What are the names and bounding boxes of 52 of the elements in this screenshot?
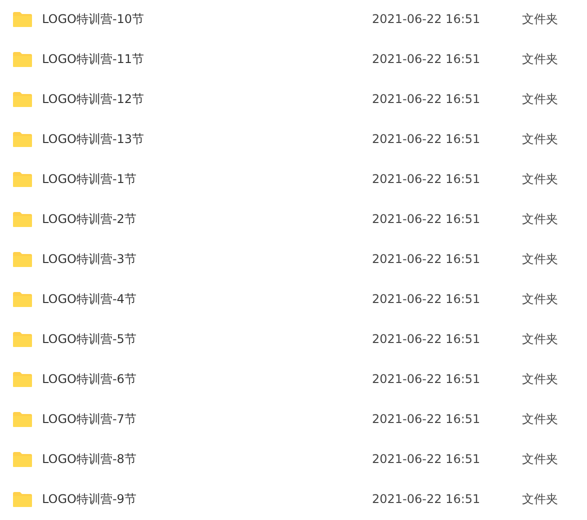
file-type: 文件夹 bbox=[522, 250, 558, 268]
modified-date: 2021-06-22 16:51 bbox=[372, 492, 482, 506]
file-name[interactable]: LOGO特训营-9节 bbox=[42, 490, 364, 508]
folder-icon bbox=[12, 130, 33, 148]
file-type: 文件夹 bbox=[522, 50, 558, 68]
folder-icon bbox=[12, 50, 33, 68]
folder-icon bbox=[12, 330, 33, 348]
folder-icon bbox=[12, 250, 33, 268]
modified-date: 2021-06-22 16:51 bbox=[372, 52, 482, 66]
file-name[interactable]: LOGO特训营-10节 bbox=[42, 10, 364, 28]
folder-icon bbox=[12, 370, 33, 388]
file-type: 文件夹 bbox=[522, 490, 558, 508]
modified-date: 2021-06-22 16:51 bbox=[372, 92, 482, 106]
file-name[interactable]: LOGO特训营-1节 bbox=[42, 170, 364, 188]
file-type: 文件夹 bbox=[522, 330, 558, 348]
file-type: 文件夹 bbox=[522, 10, 558, 28]
modified-date: 2021-06-22 16:51 bbox=[372, 372, 482, 386]
modified-date: 2021-06-22 16:51 bbox=[372, 212, 482, 226]
file-name[interactable]: LOGO特训营-8节 bbox=[42, 450, 364, 468]
modified-date: 2021-06-22 16:51 bbox=[372, 12, 482, 26]
file-type: 文件夹 bbox=[522, 170, 558, 188]
file-type: 文件夹 bbox=[522, 370, 558, 388]
modified-date: 2021-06-22 16:51 bbox=[372, 412, 482, 426]
folder-icon bbox=[12, 90, 33, 108]
file-type: 文件夹 bbox=[522, 130, 558, 148]
file-type: 文件夹 bbox=[522, 210, 558, 228]
file-name[interactable]: LOGO特训营-5节 bbox=[42, 330, 364, 348]
file-type: 文件夹 bbox=[522, 90, 558, 108]
file-name[interactable]: LOGO特训营-7节 bbox=[42, 410, 364, 428]
folder-icon bbox=[12, 210, 33, 228]
file-type: 文件夹 bbox=[522, 290, 558, 308]
modified-date: 2021-06-22 16:51 bbox=[372, 292, 482, 306]
modified-date: 2021-06-22 16:51 bbox=[372, 172, 482, 186]
folder-icon bbox=[12, 410, 33, 428]
folder-icon bbox=[12, 170, 33, 188]
folder-icon bbox=[12, 10, 33, 28]
modified-date: 2021-06-22 16:51 bbox=[372, 252, 482, 266]
file-type: 文件夹 bbox=[522, 450, 558, 468]
file-name[interactable]: LOGO特训营-6节 bbox=[42, 370, 364, 388]
file-name[interactable]: LOGO特训营-11节 bbox=[42, 50, 364, 68]
modified-date: 2021-06-22 16:51 bbox=[372, 452, 482, 466]
file-name[interactable]: LOGO特训营-3节 bbox=[42, 250, 364, 268]
modified-date: 2021-06-22 16:51 bbox=[372, 132, 482, 146]
file-type: 文件夹 bbox=[522, 410, 558, 428]
folder-icon bbox=[12, 490, 33, 508]
file-name[interactable]: LOGO特训营-12节 bbox=[42, 90, 364, 108]
modified-date: 2021-06-22 16:51 bbox=[372, 332, 482, 346]
folder-icon bbox=[12, 450, 33, 468]
folder-icon bbox=[12, 290, 33, 308]
file-name[interactable]: LOGO特训营-13节 bbox=[42, 130, 364, 148]
file-name[interactable]: LOGO特训营-4节 bbox=[42, 290, 364, 308]
file-name[interactable]: LOGO特训营-2节 bbox=[42, 210, 364, 228]
